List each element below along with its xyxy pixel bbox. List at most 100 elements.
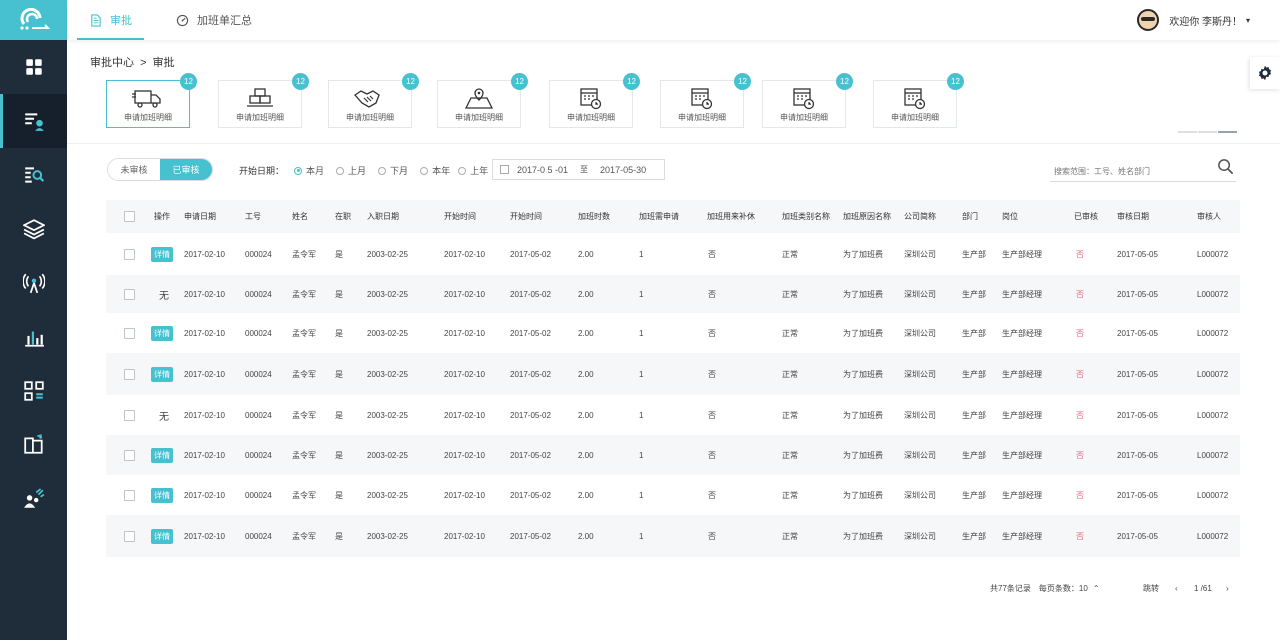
category-card[interactable]: 申请加班明细 12 [328, 73, 419, 128]
table-row[interactable]: 无 2017-02-10 000024 孟令军 是 2003-02-25 2017-02-1… [106, 275, 1240, 313]
row-checkbox[interactable] [124, 489, 135, 501]
cell-company: 深圳公司 [904, 289, 936, 299]
sidebar-item-team-growth[interactable] [0, 472, 67, 526]
detail-button[interactable]: 详情 [151, 366, 173, 382]
sidebar-item-book[interactable] [0, 418, 67, 472]
detail-button[interactable]: 详情 [151, 487, 173, 503]
chevron-up-icon[interactable]: ⌃ [1093, 584, 1100, 593]
range-end[interactable]: 2017-05-30 [600, 165, 646, 175]
category-card[interactable]: 申请加班明细 12 [218, 73, 309, 128]
cell-dept: 生产部 [962, 369, 986, 379]
radio-last-month[interactable]: 上月 [336, 164, 366, 177]
radio-last-year[interactable]: 上年 [458, 164, 488, 177]
column-header: 入职日期 [367, 212, 399, 221]
table-row[interactable]: 详情 2017-02-10 000024 孟令军 是 2003-02-25 2017-02-… [106, 435, 1240, 475]
team-growth-icon [23, 488, 44, 508]
cell-name: 孟令军 [292, 369, 316, 379]
jump-button[interactable]: 跳转 [1143, 583, 1159, 594]
row-checkbox[interactable] [124, 449, 135, 461]
tab-reviewed[interactable]: 已审核 [160, 159, 212, 180]
radio-this-year[interactable]: 本年 [420, 164, 450, 177]
tab-unreviewed[interactable]: 未审核 [108, 159, 160, 180]
carousel-dot[interactable] [1198, 131, 1217, 133]
sidebar-item-broadcast[interactable] [0, 256, 67, 310]
next-page-button[interactable]: › [1226, 584, 1229, 593]
prev-page-button[interactable]: ‹ [1175, 584, 1178, 593]
cell-emp-no: 000024 [245, 531, 272, 541]
search-icon[interactable] [1217, 158, 1234, 175]
category-card[interactable]: 申请加班明细 12 [762, 73, 853, 128]
user-menu[interactable]: 欢迎你 李斯丹！ ▾ [1137, 0, 1250, 40]
table-row[interactable]: 详情 2017-02-10 000024 孟令军 是 2003-02-25 2017-02-… [106, 353, 1240, 395]
detail-button[interactable]: 详情 [151, 447, 173, 463]
cell-start2: 2017-05-02 [510, 369, 551, 379]
map-pin-icon [464, 87, 494, 109]
breadcrumb-root[interactable]: 审批中心 [90, 57, 134, 69]
per-page-select[interactable]: 10 [1079, 584, 1088, 593]
cell-apply-date: 2017-02-10 [184, 490, 225, 500]
date-range-picker[interactable]: 2017-0 5 -01 至 2017-05-30 [492, 159, 665, 180]
row-checkbox[interactable] [124, 288, 135, 300]
category-card[interactable]: 申请加班明细 12 [549, 73, 640, 128]
sidebar-item-approval-list[interactable] [0, 94, 67, 148]
row-checkbox[interactable] [124, 248, 135, 260]
row-checkbox[interactable] [124, 327, 135, 339]
range-start[interactable]: 2017-0 5 -01 [517, 165, 568, 175]
radio-label: 上月 [348, 166, 367, 176]
cell-employed: 是 [335, 249, 343, 259]
cell-hours: 2.00 [578, 450, 594, 460]
table-row[interactable]: 详情 2017-02-10 000024 孟令军 是 2003-02-25 2017-02-… [106, 313, 1240, 353]
table-row[interactable]: 详情 2017-02-10 000024 孟令军 是 2003-02-25 2017-02-… [106, 515, 1240, 557]
row-checkbox[interactable] [124, 368, 135, 380]
category-card[interactable]: 申请加班明细 12 [660, 73, 751, 128]
cell-company: 深圳公司 [904, 328, 936, 338]
chevron-down-icon[interactable]: ▾ [1246, 16, 1250, 25]
cell-start1: 2017-02-10 [444, 328, 485, 338]
action-cell: 详情 [151, 435, 173, 475]
cell-start1: 2017-02-10 [444, 490, 485, 500]
sidebar-item-bar-chart[interactable] [0, 310, 67, 364]
sidebar-item-qr-code[interactable] [0, 364, 67, 418]
carousel-dot[interactable] [1178, 131, 1197, 133]
carousel-dot-active[interactable] [1218, 131, 1237, 133]
settings-button[interactable] [1250, 57, 1280, 89]
detail-button[interactable]: 详情 [151, 325, 173, 341]
cell-post: 生产部经理 [1002, 328, 1042, 338]
cell-reason: 为了加班费 [843, 328, 883, 338]
tab-overtime-summary[interactable]: 加班单汇总 [154, 0, 274, 40]
select-all-checkbox[interactable] [124, 211, 135, 222]
table-row[interactable]: 详情 2017-02-10 000024 孟令军 是 2003-02-25 2017-02-… [106, 475, 1240, 515]
radio-label: 下月 [390, 166, 409, 176]
sidebar-item-layers[interactable] [0, 202, 67, 256]
cell-comp-leave: 否 [708, 490, 716, 500]
row-checkbox[interactable] [124, 409, 135, 421]
cell-review-date: 2017-05-05 [1117, 369, 1158, 379]
detail-button[interactable]: 详情 [151, 528, 173, 544]
breadcrumb-current: 审批 [152, 57, 175, 69]
app-logo[interactable] [0, 0, 67, 40]
divider [67, 143, 1280, 144]
count-badge: 12 [947, 73, 964, 90]
category-card[interactable]: 申请加班明细 12 [437, 73, 528, 128]
no-action-text: 无 [159, 411, 169, 423]
category-card[interactable]: 申请加班明细 12 [873, 73, 964, 128]
table-row[interactable]: 无 2017-02-10 000024 孟令军 是 2003-02-25 2017-02-1… [106, 395, 1240, 435]
radio-next-month[interactable]: 下月 [378, 164, 408, 177]
cell-comp-leave: 否 [708, 328, 716, 338]
radio-this-month[interactable]: 本月 [294, 164, 324, 177]
sidebar-item-search-list[interactable] [0, 148, 67, 202]
category-card[interactable]: 申请加班明细 12 [106, 73, 197, 128]
cell-comp-leave: 否 [708, 531, 716, 541]
sidebar-item-grid[interactable] [0, 40, 67, 94]
search-input[interactable] [1050, 167, 1200, 176]
detail-button[interactable]: 详情 [151, 246, 173, 262]
cell-dept: 生产部 [962, 249, 986, 259]
action-cell: 无 [151, 275, 169, 313]
row-checkbox[interactable] [124, 530, 135, 542]
column-header: 公司简称 [904, 212, 936, 221]
tab-approval[interactable]: 审批 [67, 0, 154, 40]
search-box [1050, 158, 1236, 182]
table-row[interactable]: 详情 2017-02-10 000024 孟令军 是 2003-02-25 2017-02-… [106, 233, 1240, 275]
cell-hours: 2.00 [578, 328, 594, 338]
date-filter-label: 开始日期： [239, 166, 285, 176]
